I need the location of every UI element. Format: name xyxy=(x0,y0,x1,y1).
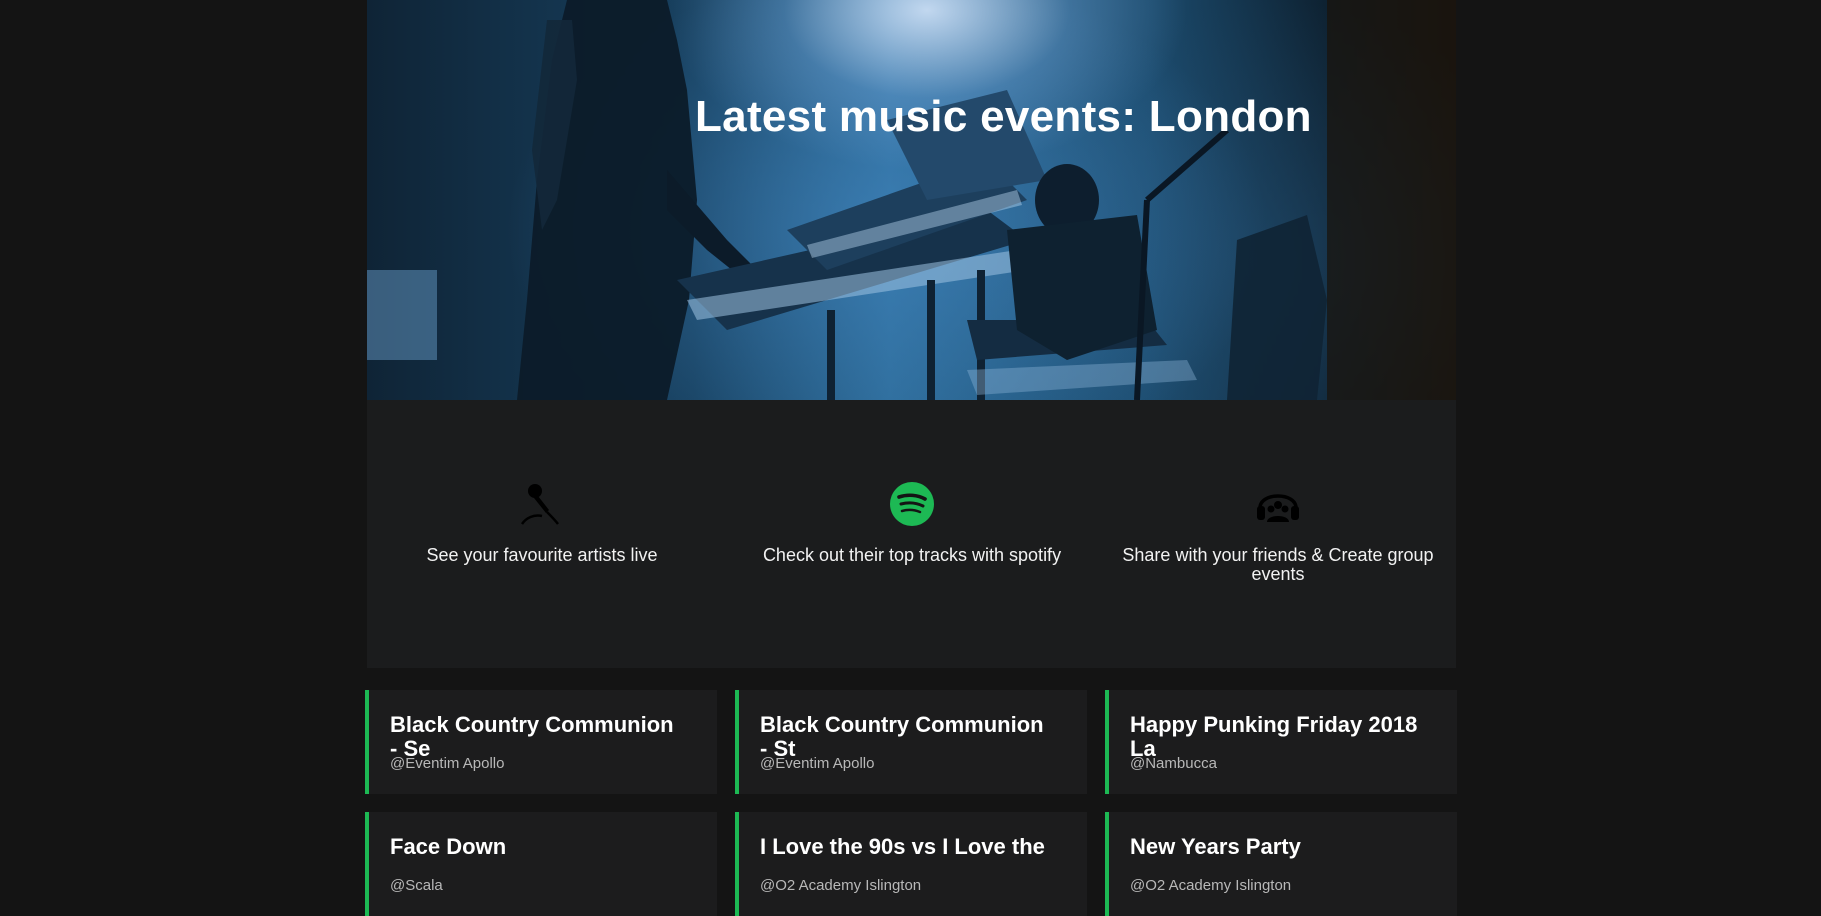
feature-spotify-text: Check out their top tracks with spotify xyxy=(762,545,1062,565)
event-title[interactable]: New Years Party xyxy=(1130,835,1450,859)
feature-artists: See your favourite artists live xyxy=(367,480,717,565)
event-title[interactable]: Happy Punking Friday 2018 La xyxy=(1130,713,1450,761)
features-section: See your favourite artists live Check ou… xyxy=(367,400,1456,668)
event-venue: @Nambucca xyxy=(1130,755,1217,772)
event-card[interactable]: I Love the 90s vs I Love the @O2 Academy… xyxy=(735,812,1087,916)
event-card[interactable]: Black Country Communion - Se @Eventim Ap… xyxy=(365,690,717,794)
feature-spotify: Check out their top tracks with spotify xyxy=(737,480,1087,565)
feature-share: Share with your friends & Create group e… xyxy=(1103,480,1453,584)
event-title[interactable]: Black Country Communion - Se xyxy=(390,713,710,761)
headphones-group-icon xyxy=(1257,494,1299,522)
feature-artists-text: See your favourite artists live xyxy=(426,545,658,565)
feature-share-text: Share with your friends & Create group e… xyxy=(1122,545,1434,584)
event-card[interactable]: Face Down @Scala xyxy=(365,812,717,916)
event-venue: @Scala xyxy=(390,877,443,894)
event-title[interactable]: Face Down xyxy=(390,835,710,859)
event-venue: @O2 Academy Islington xyxy=(760,877,922,894)
event-card[interactable]: Black Country Communion - St @Eventim Ap… xyxy=(735,690,1087,794)
event-venue: @O2 Academy Islington xyxy=(1130,877,1292,894)
hero-background-image xyxy=(367,0,1456,400)
spotify-icon xyxy=(890,482,934,526)
event-card[interactable]: New Years Party @O2 Academy Islington xyxy=(1105,812,1457,916)
hero-banner: Latest music events: London xyxy=(367,0,1456,400)
page-container: Latest music events: London See your fav… xyxy=(365,0,1457,916)
page-title: Latest music events: London xyxy=(695,92,1312,141)
event-venue: @Eventim Apollo xyxy=(760,755,875,772)
event-venue: @Eventim Apollo xyxy=(390,755,505,772)
event-title[interactable]: I Love the 90s vs I Love the xyxy=(760,835,1080,859)
microphone-icon xyxy=(520,484,559,525)
event-title[interactable]: Black Country Communion - St xyxy=(760,713,1080,761)
event-card[interactable]: Happy Punking Friday 2018 La @Nambucca xyxy=(1105,690,1457,794)
